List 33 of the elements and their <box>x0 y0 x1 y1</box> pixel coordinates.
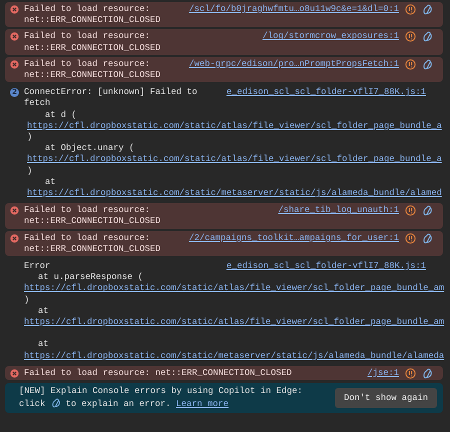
source-link[interactable]: /scl/fo/b0jraghwfmtu…o8u11w9c&e=1&dl=0:1 <box>180 4 399 16</box>
source-link[interactable]: e_edison_scl_scl_folder-vflI7_88K.js:1 <box>218 261 426 272</box>
stack-text: ) <box>26 132 34 144</box>
stack-link[interactable]: https://cfl.dropboxstatic.com/static/atlas/file_viewer/scl_folder_page_bundle_am <box>5 317 450 328</box>
stack-link[interactable]: https://cfl.dropboxstatic.com/static/metaserver/static/js/alameda_bundle/alamed <box>5 188 450 200</box>
stack-text: at <box>37 339 50 351</box>
stack-text: ) <box>26 166 34 177</box>
message-text: Error <box>24 261 52 272</box>
message-text: Failed to load resource: net::ERR_CONNECTION_CLOSED <box>24 31 162 54</box>
source-link[interactable]: /jse:1 <box>359 368 399 380</box>
message-text: Failed to load resource: net::ERR_CONNECTION_CLOSED <box>24 232 162 256</box>
banner-text: [NEW] Explain Console errors by using Copilot in Edge: click to explain an error. Learn more <box>19 386 304 410</box>
stack-text: at <box>37 306 50 318</box>
dont-show-again-button[interactable]: Don't show again <box>334 388 437 408</box>
stack-link[interactable]: https://cfl.dropboxstatic.com/static/atlas/file_viewer/scl_folder_page_bundle_a <box>5 154 450 166</box>
learn-more-link[interactable]: Learn more <box>176 398 229 409</box>
source-link[interactable]: e_edison_scl_scl_folder-vflI7_88K.js:1 <box>218 87 426 98</box>
source-link[interactable]: /2/campaigns_toolkit…ampaigns_for_user:1 <box>180 232 399 244</box>
stack-text: at Object.unary ( <box>44 143 136 154</box>
stack-text: ) <box>23 294 30 306</box>
source-link[interactable]: /log/stormcrow_exposures:1 <box>254 31 399 43</box>
message-text: Failed to load resource: net::ERR_CONNECTION_CLOSED <box>24 4 162 26</box>
message-text: Failed to load resource: net::ERR_CONNECTION_CLOSED <box>24 58 162 82</box>
stack-link[interactable]: https://cfl.dropboxstatic.com/static/atlas/file_viewer/scl_folder_page_bundle_a <box>5 120 450 132</box>
stack-text: at u.parseResponse ( <box>37 272 144 284</box>
message-text: Failed to load resource: net::ERR_CONNECTION_CLOSED <box>24 205 162 228</box>
source-link[interactable]: /web-grpc/edison/pro…nPromptPropsFetch:1 <box>180 58 399 70</box>
stack-link[interactable]: https://cfl.dropboxstatic.com/static/metaserver/static/js/alameda_bundle/alameda <box>5 350 450 362</box>
stack-link[interactable]: https://cfl.dropboxstatic.com/static/atlas/file_viewer/scl_folder_page_bundle_am <box>5 283 450 295</box>
stack-text: at <box>44 176 57 188</box>
message-text: Failed to load resource: net::ERR_CONNECTION_CLOSED <box>24 368 293 380</box>
stack-text: at d ( <box>44 110 78 121</box>
source-link[interactable]: /share_tib_log_unauth:1 <box>270 205 399 216</box>
